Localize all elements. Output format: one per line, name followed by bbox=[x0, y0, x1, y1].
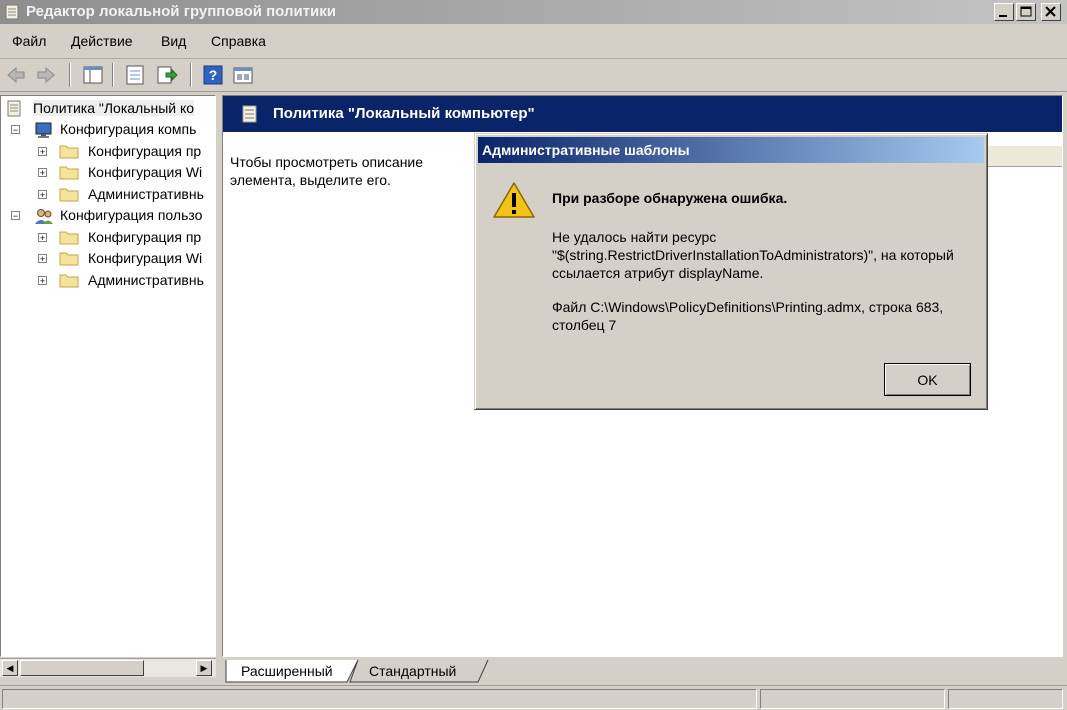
forward-arrow-icon[interactable] bbox=[35, 64, 57, 86]
menu-bar: Файл Действие Вид Справка bbox=[0, 24, 1067, 59]
tree-item-label: Конфигурация компь bbox=[60, 121, 197, 137]
window-title: Редактор локальной групповой политики bbox=[26, 3, 336, 20]
window-titlebar[interactable]: Редактор локальной групповой политики bbox=[0, 0, 1067, 24]
tree-item-label: Конфигурация пр bbox=[88, 143, 202, 159]
menu-help[interactable]: Справка bbox=[211, 33, 266, 49]
computer-icon bbox=[35, 122, 52, 138]
details-header: Политика "Локальный компьютер" bbox=[223, 96, 1062, 132]
tab-standard[interactable]: Стандартный bbox=[369, 660, 456, 682]
toolbar: ? bbox=[0, 59, 1067, 92]
warning-icon bbox=[493, 182, 535, 218]
toolbar-separator bbox=[190, 63, 192, 87]
expand-icon[interactable]: + bbox=[38, 168, 47, 178]
maximize-button[interactable] bbox=[1016, 3, 1036, 21]
error-dialog: Административные шаблоны При разборе обн… bbox=[474, 133, 988, 410]
scroll-left-icon[interactable]: ◀ bbox=[2, 660, 18, 676]
tree-item-label: Административнь bbox=[88, 186, 204, 202]
toolbar-separator bbox=[112, 63, 114, 87]
show-hide-tree-icon[interactable] bbox=[82, 64, 104, 86]
description-text: Чтобы просмотреть описание элемента, выд… bbox=[230, 154, 424, 188]
tree-item-label: Конфигурация Wi bbox=[88, 250, 203, 266]
folder-icon bbox=[59, 188, 79, 202]
policy-document-icon bbox=[242, 105, 257, 123]
policy-document-icon bbox=[5, 4, 19, 20]
expand-icon[interactable]: + bbox=[38, 190, 47, 200]
ok-button[interactable]: OK bbox=[884, 363, 971, 396]
dialog-title: Административные шаблоны bbox=[482, 142, 690, 158]
collapse-icon[interactable]: − bbox=[11, 211, 20, 221]
expand-icon[interactable]: + bbox=[38, 276, 47, 286]
close-button[interactable] bbox=[1041, 3, 1061, 21]
tree-pane[interactable]: Политика "Локальный ко − Конфигурация ко… bbox=[0, 95, 216, 657]
dialog-file-location: Файл C:\Windows\PolicyDefinitions\Printi… bbox=[552, 299, 944, 333]
toolbar-separator bbox=[69, 63, 71, 87]
properties-icon[interactable] bbox=[124, 64, 146, 86]
back-arrow-icon[interactable] bbox=[5, 64, 27, 86]
expand-icon[interactable]: + bbox=[38, 147, 47, 157]
view-tabs: Расширенный Стандартный bbox=[222, 658, 1067, 684]
tree-item-label: Конфигурация пр bbox=[88, 229, 202, 245]
folder-icon bbox=[59, 274, 79, 288]
status-panel bbox=[2, 689, 757, 709]
export-list-icon[interactable] bbox=[156, 64, 178, 86]
minimize-button[interactable] bbox=[994, 3, 1014, 21]
dialog-titlebar[interactable]: Административные шаблоны bbox=[478, 137, 984, 163]
menu-file[interactable]: Файл bbox=[12, 33, 46, 49]
status-bar bbox=[0, 685, 1067, 710]
scroll-right-icon[interactable]: ▶ bbox=[196, 660, 212, 676]
tree-root-label: Политика "Локальный ко bbox=[33, 100, 195, 116]
svg-text:?: ? bbox=[209, 67, 218, 83]
tree-item-label: Конфигурация Wi bbox=[88, 164, 203, 180]
scroll-thumb[interactable] bbox=[20, 660, 144, 676]
dialog-message: Не удалось найти ресурс "$(string.Restri… bbox=[552, 229, 954, 281]
tree-item-label: Конфигурация пользо bbox=[60, 207, 203, 223]
expand-icon[interactable]: + bbox=[38, 233, 47, 243]
policy-document-icon bbox=[7, 100, 21, 117]
collapse-icon[interactable]: − bbox=[11, 125, 20, 135]
status-panel bbox=[760, 689, 945, 709]
status-panel bbox=[948, 689, 1063, 709]
expand-icon[interactable]: + bbox=[38, 254, 47, 264]
tree-item-label: Административнь bbox=[88, 272, 204, 288]
details-title: Политика "Локальный компьютер" bbox=[273, 105, 535, 122]
folder-icon bbox=[59, 252, 79, 266]
menu-view[interactable]: Вид bbox=[161, 33, 186, 49]
menu-action[interactable]: Действие bbox=[71, 33, 133, 49]
tab-extended[interactable]: Расширенный bbox=[241, 660, 333, 682]
folder-icon bbox=[59, 231, 79, 245]
view-icon[interactable] bbox=[232, 64, 254, 86]
help-icon[interactable]: ? bbox=[202, 64, 224, 86]
folder-icon bbox=[59, 145, 79, 159]
users-icon bbox=[35, 209, 53, 224]
folder-icon bbox=[59, 166, 79, 180]
tree-horizontal-scrollbar[interactable]: ◀ ▶ bbox=[0, 658, 216, 677]
dialog-heading: При разборе обнаружена ошибка. bbox=[552, 190, 788, 206]
